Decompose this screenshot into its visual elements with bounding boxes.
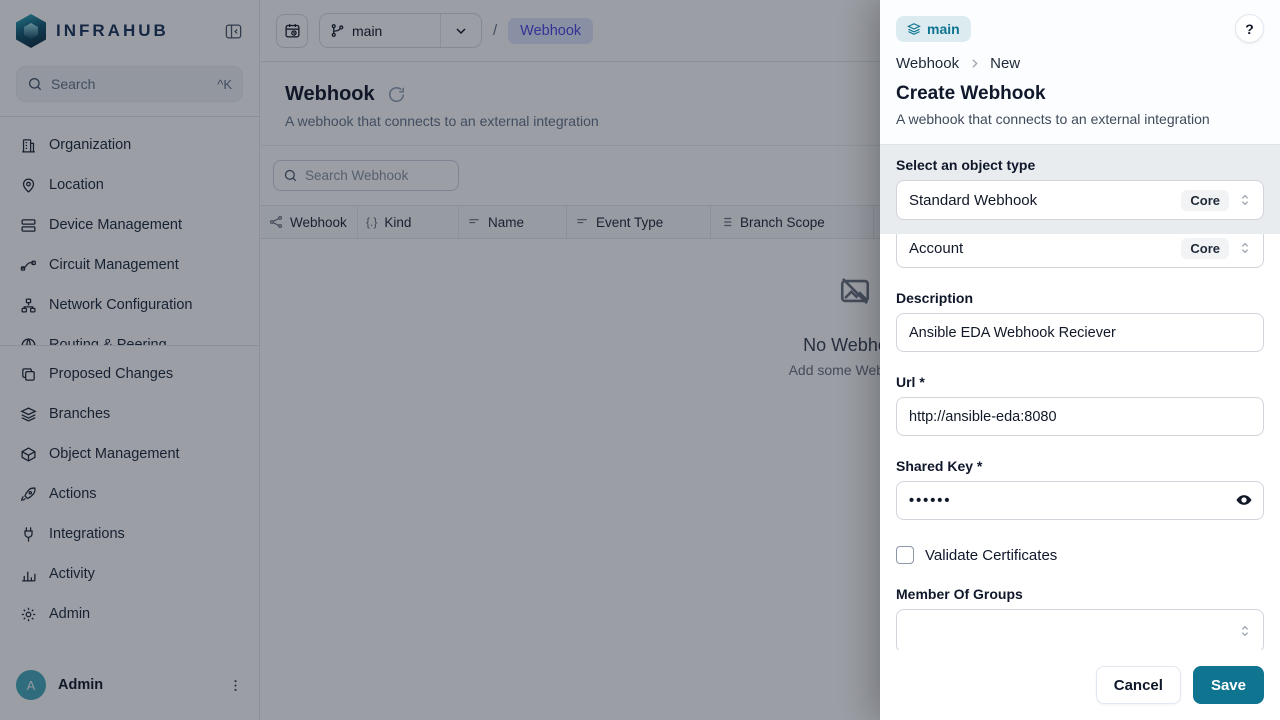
create-webhook-panel: main ? Webhook New Create Webhook A webh…: [880, 0, 1280, 720]
panel-footer: Cancel Save: [880, 650, 1280, 720]
branch-badge-label: main: [927, 21, 960, 37]
panel-form: Account Core Description Url * Shared Ke…: [880, 234, 1280, 650]
description-input[interactable]: [896, 313, 1264, 352]
member-of-groups-label: Member Of Groups: [896, 586, 1264, 602]
cancel-button[interactable]: Cancel: [1096, 666, 1181, 704]
help-button[interactable]: ?: [1235, 14, 1264, 43]
layers-icon: [907, 22, 921, 36]
chevrons-up-down-icon: [1237, 192, 1253, 208]
member-of-groups-select[interactable]: [896, 609, 1264, 650]
url-input[interactable]: [896, 397, 1264, 436]
object-type-section: Select an object type Standard Webhook C…: [880, 144, 1280, 234]
chevrons-up-down-icon: [1237, 240, 1253, 256]
panel-title: Create Webhook: [896, 83, 1264, 105]
description-label: Description: [896, 290, 1264, 306]
chevrons-up-down-icon: [1237, 623, 1253, 639]
modal-backdrop[interactable]: [0, 0, 880, 720]
object-type-value: Standard Webhook: [909, 192, 1173, 209]
eye-icon[interactable]: [1235, 491, 1253, 509]
object-type-select[interactable]: Standard Webhook Core: [896, 180, 1264, 220]
object-type-label: Select an object type: [896, 157, 1264, 173]
core-badge: Core: [1181, 190, 1229, 211]
related-object-value: Account: [909, 240, 1173, 257]
panel-breadcrumb-current: New: [990, 55, 1020, 72]
core-badge: Core: [1181, 238, 1229, 259]
panel-breadcrumb-parent[interactable]: Webhook: [896, 55, 959, 72]
branch-badge: main: [896, 16, 971, 42]
validate-certificates-row: Validate Certificates: [896, 546, 1264, 564]
validate-certificates-label: Validate Certificates: [925, 547, 1057, 564]
save-button[interactable]: Save: [1193, 666, 1264, 704]
app-window: INFRAHUB ^K Organization Location Device…: [0, 0, 1280, 720]
validate-certificates-checkbox[interactable]: [896, 546, 914, 564]
chevron-right-icon: [968, 57, 981, 70]
shared-key-label: Shared Key *: [896, 458, 1264, 474]
related-object-select[interactable]: Account Core: [896, 234, 1264, 268]
panel-subtitle: A webhook that connects to an external i…: [896, 111, 1264, 127]
panel-breadcrumb: Webhook New: [896, 55, 1264, 72]
url-label: Url *: [896, 374, 1264, 390]
shared-key-input[interactable]: [896, 481, 1264, 520]
related-select-clipped: Account Core: [896, 234, 1264, 268]
panel-header: main ? Webhook New Create Webhook A webh…: [880, 0, 1280, 144]
